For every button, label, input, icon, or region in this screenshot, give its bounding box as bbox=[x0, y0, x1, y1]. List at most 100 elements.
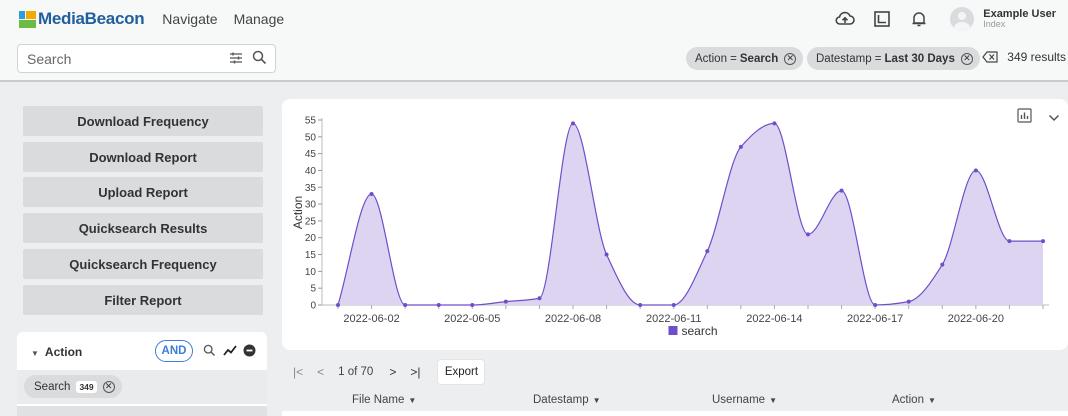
user-subtitle: Index bbox=[983, 19, 1006, 30]
facet-panel-action: ▼ Action AND Search 349 ✕ bbox=[17, 332, 267, 416]
sort-caret-icon: ▼ bbox=[592, 396, 601, 405]
data-point bbox=[638, 303, 643, 307]
facet-operator-toggle[interactable]: AND bbox=[155, 340, 193, 362]
facet-title-label: Action bbox=[44, 345, 83, 359]
y-tick-label: 50 bbox=[305, 132, 317, 143]
data-point bbox=[873, 303, 878, 307]
close-icon[interactable]: ✕ bbox=[784, 52, 797, 65]
column-header-action[interactable]: Action ▼ bbox=[892, 394, 936, 406]
y-tick-label: 55 bbox=[305, 116, 317, 127]
close-icon[interactable]: ✕ bbox=[960, 52, 973, 65]
filter-chip-value: Search bbox=[739, 52, 779, 65]
upload-cloud-icon[interactable] bbox=[835, 9, 856, 29]
search-icon[interactable] bbox=[252, 50, 267, 70]
x-tick-label: 2022-06-20 bbox=[948, 313, 1004, 325]
report-upload-report[interactable]: Upload Report bbox=[23, 177, 263, 207]
x-tick-label: 2022-06-14 bbox=[746, 313, 802, 325]
filter-chip-datestamp[interactable]: Datestamp = Last 30 Days ✕ bbox=[807, 47, 980, 70]
filter-chip-key: Datestamp = bbox=[816, 52, 882, 65]
y-tick-label: 15 bbox=[305, 250, 317, 261]
brand-name: MediaBeacon bbox=[38, 9, 145, 28]
data-point bbox=[571, 121, 575, 126]
data-point bbox=[772, 121, 777, 126]
trend-icon[interactable] bbox=[223, 344, 237, 362]
export-button[interactable]: Export bbox=[438, 360, 485, 384]
data-point bbox=[1007, 239, 1012, 244]
x-tick-label: 2022-06-05 bbox=[444, 313, 500, 325]
clear-filters-icon[interactable] bbox=[982, 51, 998, 63]
data-point bbox=[470, 303, 475, 307]
data-point bbox=[806, 232, 810, 237]
data-point bbox=[671, 303, 676, 307]
report-download-report[interactable]: Download Report bbox=[23, 142, 263, 172]
bell-icon[interactable] bbox=[909, 9, 929, 29]
x-tick-label: 2022-06-02 bbox=[343, 313, 399, 325]
last-page-icon[interactable]: >| bbox=[410, 365, 420, 379]
nav-manage[interactable]: Manage bbox=[234, 11, 285, 27]
legend-label-search: search bbox=[682, 324, 718, 338]
pager: |< < 1 of 70 > >| Export bbox=[293, 360, 485, 384]
column-header-datestamp[interactable]: Datestamp ▼ bbox=[533, 394, 601, 406]
caret-down-icon: ▼ bbox=[31, 349, 39, 358]
y-tick-label: 30 bbox=[305, 200, 317, 211]
chart-type-icon[interactable] bbox=[1017, 108, 1032, 128]
y-axis-title: Action bbox=[291, 196, 305, 229]
y-tick-label: 20 bbox=[305, 233, 317, 244]
data-point bbox=[839, 188, 844, 193]
data-point bbox=[369, 192, 374, 196]
table-body bbox=[282, 411, 1068, 416]
search-input[interactable] bbox=[18, 45, 208, 72]
close-icon[interactable]: ✕ bbox=[102, 380, 115, 393]
data-point bbox=[973, 168, 978, 173]
report-filter-report[interactable]: Filter Report bbox=[23, 285, 263, 315]
page-indicator: 1 of 70 bbox=[338, 366, 374, 378]
avatar[interactable] bbox=[950, 7, 975, 31]
series-area-search bbox=[338, 123, 1043, 305]
chevron-down-icon[interactable] bbox=[1048, 109, 1060, 127]
user-menu[interactable]: Example User Index bbox=[983, 8, 1056, 30]
chart-card: 0 5 10 15 20 25 30 35 40 45 50 55 Action 2022-06-02 20… bbox=[282, 99, 1068, 350]
sort-caret-icon: ▼ bbox=[927, 396, 936, 405]
y-tick-label: 0 bbox=[310, 301, 316, 312]
report-quicksearch-results[interactable]: Quicksearch Results bbox=[23, 213, 263, 243]
filter-chip-key: Action = bbox=[695, 52, 737, 65]
y-tick-label: 45 bbox=[305, 149, 317, 160]
data-point bbox=[436, 303, 441, 307]
sort-caret-icon: ▼ bbox=[408, 396, 417, 405]
facet-title[interactable]: ▼ Action bbox=[31, 345, 82, 359]
report-quicksearch-frequency[interactable]: Quicksearch Frequency bbox=[23, 249, 263, 279]
column-header-username[interactable]: Username ▼ bbox=[712, 394, 777, 406]
column-label: Datestamp bbox=[533, 394, 589, 406]
column-label: Action bbox=[892, 394, 924, 406]
column-label: File Name bbox=[352, 394, 405, 406]
prev-page-icon[interactable]: < bbox=[317, 365, 324, 379]
lightbox-icon[interactable] bbox=[872, 9, 892, 29]
y-tick-label: 40 bbox=[305, 166, 317, 177]
mediabeacon-logo[interactable]: MediaBeacon bbox=[19, 9, 145, 29]
data-point bbox=[705, 249, 710, 254]
data-point bbox=[537, 296, 542, 301]
data-point bbox=[940, 262, 945, 267]
search-icon[interactable] bbox=[203, 344, 216, 362]
sort-caret-icon: ▼ bbox=[769, 396, 777, 405]
remove-icon[interactable] bbox=[243, 344, 256, 362]
facet-chip-search[interactable]: Search 349 ✕ bbox=[24, 375, 122, 398]
top-bar: MediaBeacon Navigate Manage Example User… bbox=[0, 0, 1068, 38]
filter-chip-action[interactable]: Action = Search ✕ bbox=[686, 47, 804, 70]
column-header-file-name[interactable]: File Name ▼ bbox=[352, 394, 416, 406]
y-tick-label: 25 bbox=[305, 216, 317, 227]
data-point bbox=[906, 299, 911, 304]
data-point bbox=[738, 144, 743, 149]
filter-chip-value: Last 30 Days bbox=[884, 52, 955, 65]
y-tick-label: 35 bbox=[305, 183, 317, 194]
next-page-icon[interactable]: > bbox=[389, 365, 396, 379]
x-tick-label: 2022-06-08 bbox=[545, 313, 601, 325]
nav-navigate[interactable]: Navigate bbox=[162, 11, 217, 27]
data-point bbox=[403, 303, 408, 307]
filter-settings-icon[interactable] bbox=[229, 51, 243, 70]
area-chart[interactable]: 0 5 10 15 20 25 30 35 40 45 50 55 Action 2022-06-02 20… bbox=[282, 99, 1068, 350]
report-download-frequency[interactable]: Download Frequency bbox=[23, 106, 263, 136]
first-page-icon[interactable]: |< bbox=[293, 365, 303, 379]
facet-divider bbox=[17, 406, 267, 416]
x-tick-label: 2022-06-17 bbox=[847, 313, 903, 325]
